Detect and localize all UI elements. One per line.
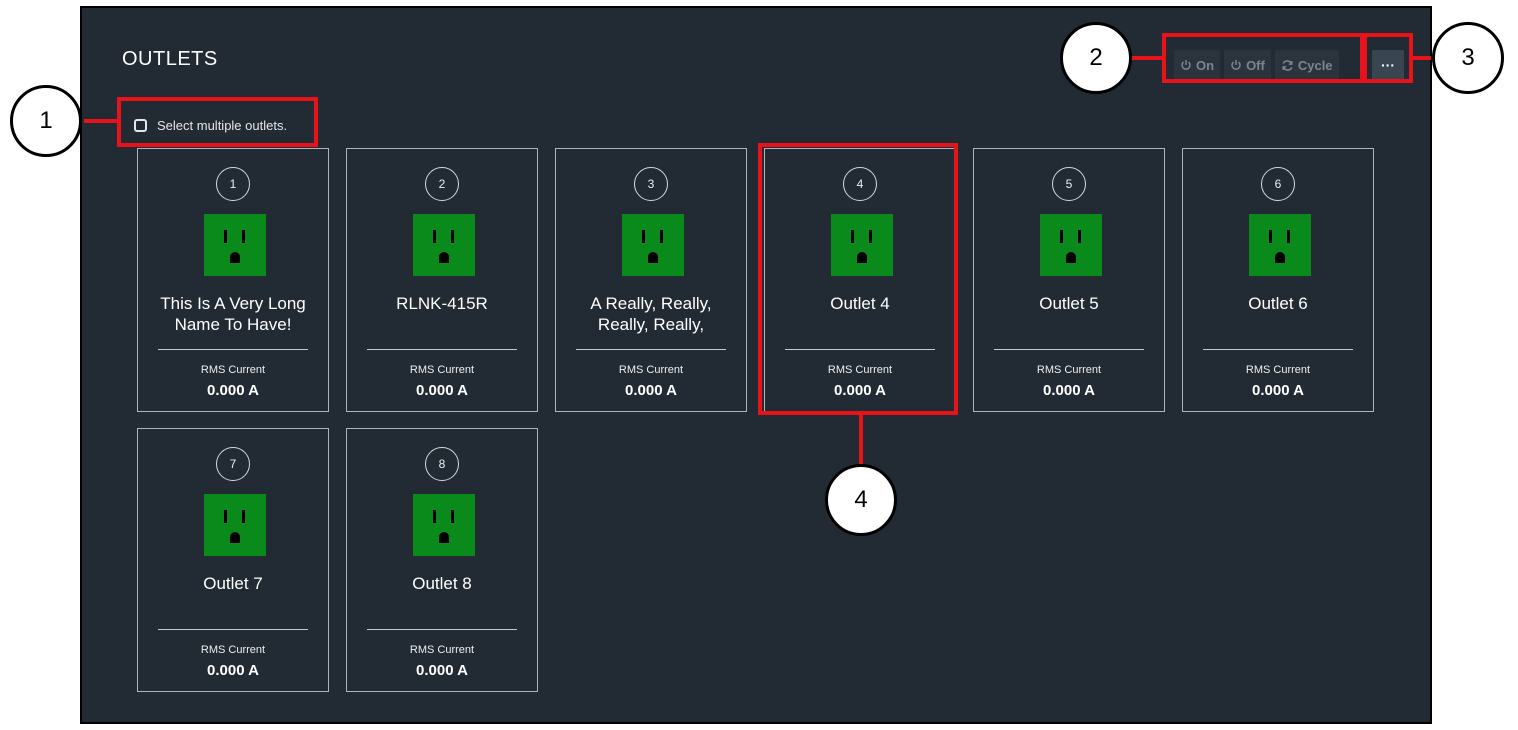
socket-ground-hole	[1275, 252, 1285, 263]
outlet-card-3[interactable]: 3 A Really, Really, Really, Really, RMS Cu…	[555, 148, 747, 412]
callout-2: 2	[1060, 22, 1132, 94]
outlet-number-badge: 7	[216, 447, 250, 481]
socket-slot-left	[433, 230, 436, 243]
outlet-socket-icon[interactable]	[413, 214, 475, 276]
socket-slot-left	[1060, 230, 1063, 243]
outlet-metric-label: RMS Current	[1036, 364, 1102, 376]
outlet-metric-value: 0.000 A	[1252, 382, 1304, 399]
outlet-socket-icon[interactable]	[1040, 214, 1102, 276]
outlet-number-badge: 2	[425, 167, 459, 201]
socket-slot-right	[242, 510, 245, 523]
outlet-name: Outlet 5	[1039, 294, 1099, 313]
outlet-number-badge: 8	[425, 447, 459, 481]
socket-slot-left	[1269, 230, 1272, 243]
outlet-metric-value: 0.000 A	[1043, 382, 1095, 399]
outlet-divider	[158, 629, 308, 630]
outlet-metric-label: RMS Current	[200, 364, 266, 376]
socket-ground-hole	[648, 252, 658, 263]
outlet-card-8[interactable]: 8 Outlet 8 RMS Current 0.000 A	[346, 428, 538, 692]
outlet-name: Outlet 6	[1248, 294, 1308, 313]
outlet-socket-icon[interactable]	[1249, 214, 1311, 276]
socket-slot-right	[242, 230, 245, 243]
socket-slot-left	[224, 230, 227, 243]
outlet-card-5[interactable]: 5 Outlet 5 RMS Current 0.000 A	[973, 148, 1165, 412]
outlet-card-6[interactable]: 6 Outlet 6 RMS Current 0.000 A	[1182, 148, 1374, 412]
outlet-divider	[576, 349, 726, 350]
outlet-number-badge: 5	[1052, 167, 1086, 201]
callout-3: 3	[1432, 22, 1504, 94]
highlight-box-select-multiple	[117, 97, 318, 147]
outlet-name: This Is A Very Long Name To Have!	[160, 294, 306, 334]
highlight-box-toolbar	[1162, 33, 1364, 83]
highlight-box-outlet-4	[758, 143, 958, 415]
outlet-metric-value: 0.000 A	[625, 382, 677, 399]
outlet-socket-icon[interactable]	[413, 494, 475, 556]
outlet-divider	[158, 349, 308, 350]
socket-slot-right	[451, 510, 454, 523]
outlet-metric-value: 0.000 A	[207, 662, 259, 679]
outlet-card-7[interactable]: 7 Outlet 7 RMS Current 0.000 A	[137, 428, 329, 692]
outlet-socket-icon[interactable]	[204, 214, 266, 276]
highlight-box-more-button	[1363, 33, 1413, 83]
outlet-metric-label: RMS Current	[409, 364, 475, 376]
outlet-metric-label: RMS Current	[200, 644, 266, 656]
socket-slot-right	[1078, 230, 1081, 243]
callout-1: 1	[10, 85, 82, 157]
outlet-divider	[1203, 349, 1353, 350]
outlet-card-1[interactable]: 1 This Is A Very Long Name To Have! RMS Cu…	[137, 148, 329, 412]
socket-slot-right	[660, 230, 663, 243]
outlet-number-badge: 3	[634, 167, 668, 201]
page-title: OUTLETS	[122, 48, 218, 70]
outlet-metric-label: RMS Current	[618, 364, 684, 376]
outlet-number-badge: 1	[216, 167, 250, 201]
callout-leader-3	[1411, 56, 1431, 60]
socket-ground-hole	[1066, 252, 1076, 263]
callout-leader-1	[84, 119, 119, 123]
outlet-name: A Really, Really, Really, Really,	[590, 294, 712, 334]
callout-leader-4	[859, 414, 863, 464]
outlet-name: Outlet 8	[412, 574, 472, 593]
socket-ground-hole	[230, 532, 240, 543]
outlet-metric-label: RMS Current	[1245, 364, 1311, 376]
socket-ground-hole	[230, 252, 240, 263]
socket-ground-hole	[439, 252, 449, 263]
outlet-name: RLNK-415R	[396, 294, 488, 313]
socket-slot-right	[1287, 230, 1290, 243]
outlet-socket-icon[interactable]	[204, 494, 266, 556]
outlet-divider	[994, 349, 1144, 350]
outlet-metric-value: 0.000 A	[416, 662, 468, 679]
outlet-name: Outlet 7	[203, 574, 263, 593]
callout-leader-2	[1130, 56, 1164, 60]
socket-ground-hole	[439, 532, 449, 543]
outlet-divider	[367, 349, 517, 350]
socket-slot-left	[224, 510, 227, 523]
outlet-card-2[interactable]: 2 RLNK-415R RMS Current 0.000 A	[346, 148, 538, 412]
outlet-number-badge: 6	[1261, 167, 1295, 201]
callout-4: 4	[825, 464, 897, 536]
socket-slot-left	[433, 510, 436, 523]
outlet-metric-label: RMS Current	[409, 644, 475, 656]
socket-slot-right	[451, 230, 454, 243]
socket-slot-left	[642, 230, 645, 243]
outlet-metric-value: 0.000 A	[207, 382, 259, 399]
outlet-metric-value: 0.000 A	[416, 382, 468, 399]
outlet-divider	[367, 629, 517, 630]
outlet-socket-icon[interactable]	[622, 214, 684, 276]
